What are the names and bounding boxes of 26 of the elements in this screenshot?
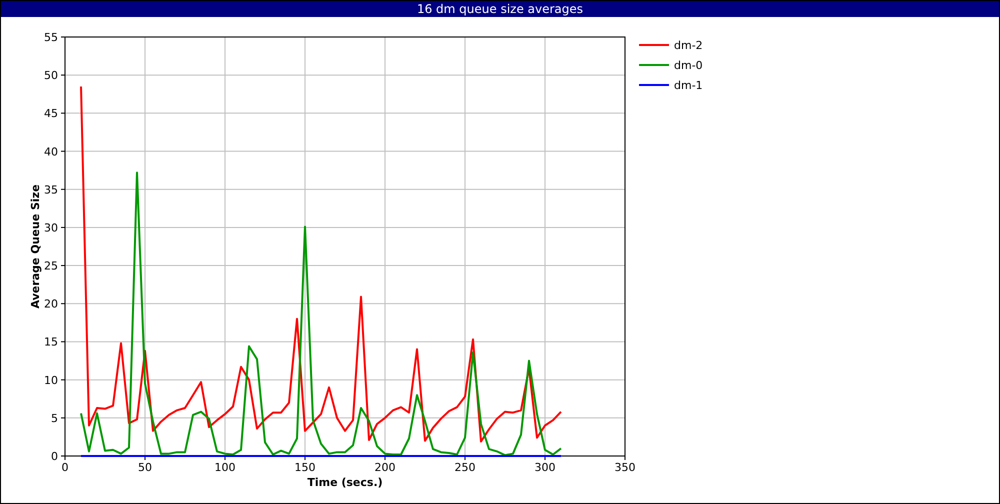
window-title: 16 dm queue size averages bbox=[1, 1, 999, 17]
axis-title: Time (secs.) bbox=[307, 476, 383, 489]
tick-label: 50 bbox=[138, 461, 152, 474]
tick-label: 150 bbox=[294, 461, 316, 474]
tick-label: 0 bbox=[51, 450, 58, 463]
tick-label: 40 bbox=[44, 145, 58, 158]
tick-label: 350 bbox=[614, 461, 636, 474]
tick-label: 50 bbox=[44, 69, 58, 82]
tick-label: 45 bbox=[44, 107, 58, 120]
tick-label: 35 bbox=[44, 183, 58, 196]
axis-title: Average Queue Size bbox=[29, 184, 42, 309]
legend-label: dm-2 bbox=[674, 39, 703, 52]
tick-label: 0 bbox=[62, 461, 68, 474]
tick-label: 20 bbox=[44, 298, 58, 311]
tick-label: 15 bbox=[44, 336, 58, 349]
tick-label: 30 bbox=[44, 221, 58, 234]
tick-label: 250 bbox=[454, 461, 476, 474]
tick-label: 25 bbox=[44, 260, 58, 273]
tick-label: 300 bbox=[534, 461, 556, 474]
tick-label: 200 bbox=[374, 461, 396, 474]
legend-label: dm-1 bbox=[674, 79, 703, 92]
tick-label: 55 bbox=[44, 31, 58, 44]
tick-label: 5 bbox=[51, 412, 58, 425]
tick-label: 10 bbox=[44, 374, 58, 387]
legend-label: dm-0 bbox=[674, 59, 703, 72]
tick-label: 100 bbox=[214, 461, 236, 474]
